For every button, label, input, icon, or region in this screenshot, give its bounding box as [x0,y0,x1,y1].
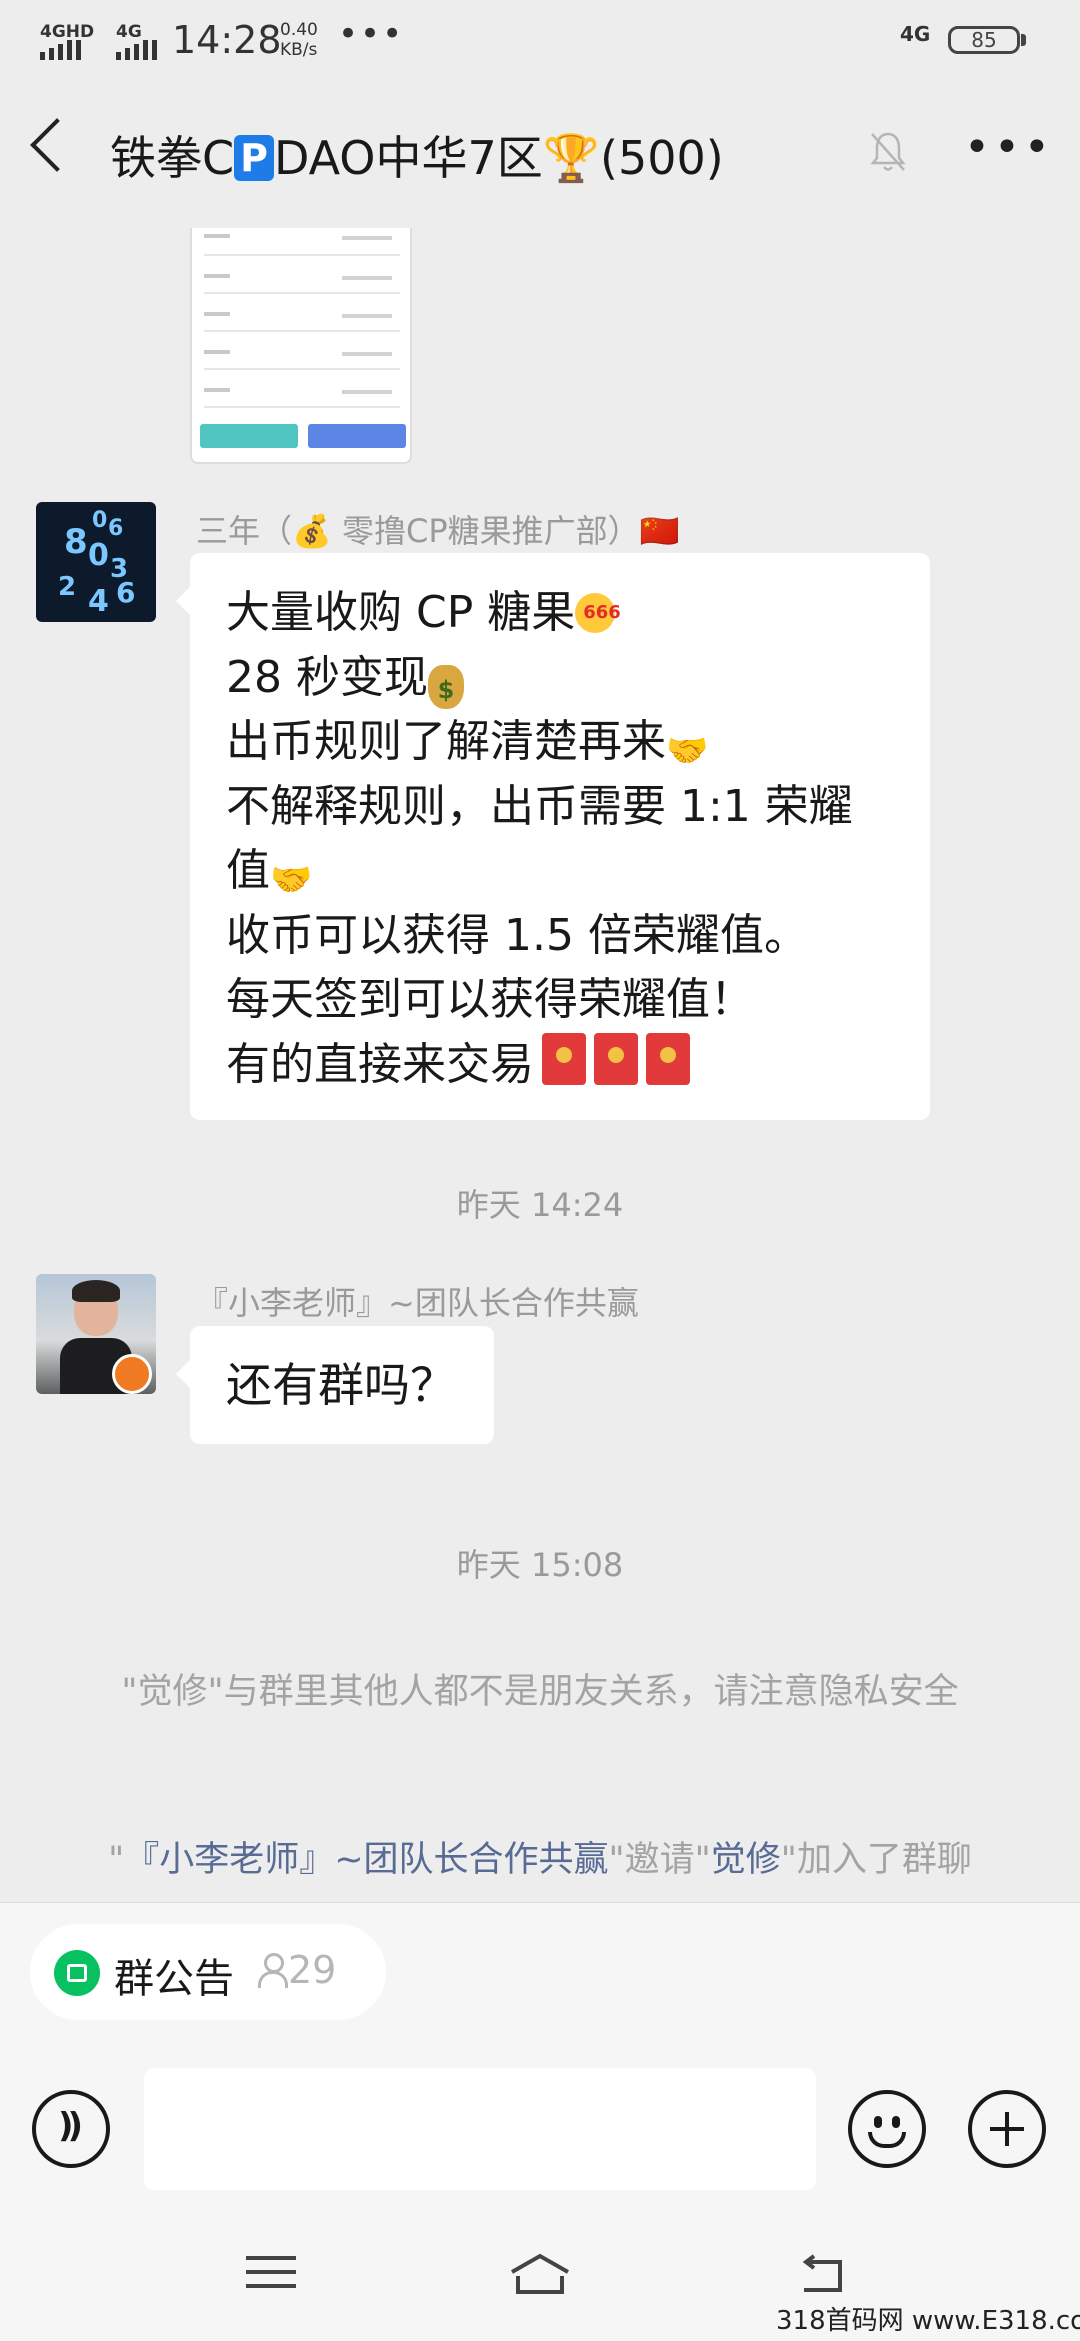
emoji-icon[interactable] [848,2090,926,2168]
menu-icon[interactable] [246,2256,296,2288]
speed-unit: KB/s [280,40,318,60]
back-icon[interactable] [30,118,84,172]
mute-bell-icon[interactable] [868,130,908,174]
home-icon[interactable] [508,2252,572,2296]
image-message-thumbnail[interactable] [190,228,412,464]
message-line: 28 秒变现 $ [226,646,894,711]
battery-cap [1021,34,1026,46]
invite-link-inviter[interactable]: 『小李老师』~团队长合作共赢 [124,1840,608,1880]
smirk-666-emoji-icon: 666 [575,593,621,633]
group-notice-button[interactable]: 群公告 29 [30,1924,386,2020]
notice-label: 群公告 [114,1956,234,2002]
status-more-icon: ••• [338,14,405,54]
return-icon[interactable] [796,2254,848,2294]
red-envelope-emoji-icon [542,1032,586,1085]
member-count: 29 [256,1948,336,1992]
plus-icon[interactable] [968,2090,1046,2168]
message-line: 有的直接来交易 [226,1032,894,1098]
status-bar: 4GHD 4G 14:28 0.40 KB/s ••• 4G 85 [0,0,1080,90]
notice-icon [54,1950,100,1996]
battery-icon: 85 [948,26,1020,54]
message-line: 不解释规则，出币需要 1:1 荣耀 [226,780,853,832]
person-icon [256,1953,288,1988]
sender-name: 『小李老师』~团队长合作共赢 [196,1284,639,1322]
watermark-text: 318首码网 www.E318.com [776,2306,1080,2336]
signal-label-1: 4GHD [40,22,95,42]
signal-label-2: 4G [116,22,142,42]
status-time: 14:28 [172,18,282,62]
title-part-a: 铁拳C [110,131,235,185]
signal-bars-1-icon [40,40,81,60]
red-envelope-emoji-icon [594,1032,638,1085]
network-speed: 0.40 KB/s [280,20,318,60]
message-bubble[interactable]: 还有群吗？ [176,1326,494,1444]
voice-icon[interactable] [32,2090,110,2168]
message-line: 收币可以获得 1.5 倍荣耀值。 [226,909,808,961]
money-bag-emoji-icon: $ [427,664,464,709]
handshake-emoji-icon: 🤝 [270,860,313,900]
network-type: 4G [900,22,931,46]
title-part-b: DAO中华7区 [273,131,543,185]
message-line: 大量收购 CP 糖果 666 [226,587,621,638]
red-envelope-emoji-icon [646,1032,690,1085]
title-p-badge: P [234,135,274,181]
system-note-invite: "『小李老师』~团队长合作共赢"邀请"觉修"加入了群聊 [108,1840,972,1880]
handshake-emoji-icon: 🤝 [666,731,709,771]
sender-name: 三年（💰 零撸CP糖果推广部）🇨🇳 [196,512,680,550]
speed-value: 0.40 [280,20,318,40]
chat-title: 铁拳C P DAO中华7区🏆(500) [110,122,870,188]
message-text: 还有群吗？ [226,1358,456,1412]
message-bubble[interactable]: 大量收购 CP 糖果 666 28 秒变现 $ 出币规则了解清楚再来🤝 不解释规则，… [176,553,930,1120]
timestamp: 昨天 14:24 [456,1186,624,1224]
trophy-icon: 🏆 [542,131,601,185]
message-line: 出币规则了解清楚再来🤝 [226,710,894,775]
message-line: 值🤝 [226,839,894,904]
member-total: (500) [600,131,724,185]
system-note-privacy: "觉修"与群里其他人都不是朋友关系，请注意隐私安全 [121,1672,959,1712]
invite-link-invitee[interactable]: 觉修 [711,1840,781,1880]
avatar[interactable]: 8 0 6 0 3 6 2 4 [36,502,156,622]
signal-bars-2-icon [116,40,157,60]
timestamp: 昨天 15:08 [456,1546,624,1584]
message-line: 每天签到可以获得荣耀值！ [226,974,754,1025]
avatar[interactable] [36,1274,156,1394]
message-input[interactable] [144,2068,816,2190]
more-icon[interactable]: ••• [964,122,1054,173]
